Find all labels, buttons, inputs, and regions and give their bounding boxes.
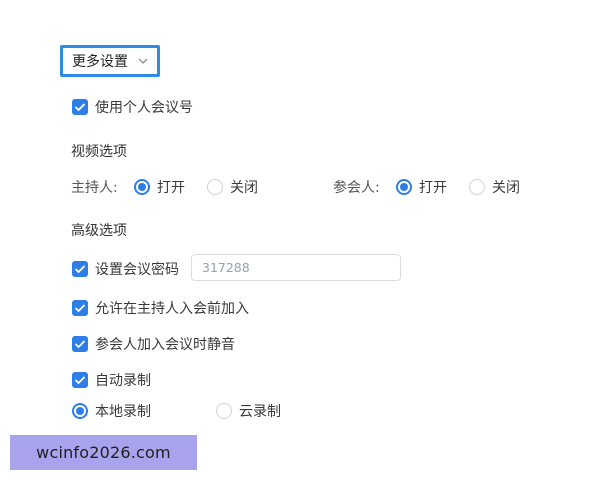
join-before-host-checkbox[interactable]: [72, 300, 88, 316]
host-video-label: 主持人:: [71, 180, 118, 196]
checkmark-icon: [74, 265, 86, 274]
checkmark-icon: [74, 304, 86, 313]
watermark-banner: wcinfo2026.com: [10, 435, 197, 470]
join-before-host-row: 允许在主持人入会前加入: [72, 298, 249, 318]
mute-on-join-row: 参会人加入会议时静音: [72, 334, 235, 354]
host-video-on-label: 打开: [157, 180, 185, 196]
checkmark-icon: [74, 103, 86, 112]
video-options-title: 视频选项: [71, 144, 127, 160]
local-record-radio[interactable]: [72, 403, 88, 419]
advanced-options-title: 高级选项: [71, 223, 127, 239]
personal-meeting-id-label: 使用个人会议号: [95, 100, 193, 116]
meeting-password-row: 设置会议密码: [72, 259, 179, 279]
mute-on-join-label: 参会人加入会议时静音: [95, 337, 235, 353]
host-video-off-label: 关闭: [230, 180, 258, 196]
participant-video-label: 参会人:: [333, 180, 380, 196]
local-record-label: 本地录制: [95, 404, 151, 420]
host-video-on-radio[interactable]: [134, 179, 150, 195]
meeting-password-input[interactable]: [191, 254, 401, 281]
auto-record-row: 自动录制: [72, 370, 151, 390]
meeting-password-checkbox[interactable]: [72, 261, 88, 277]
participant-video-off-option[interactable]: 关闭: [469, 177, 520, 197]
auto-record-label: 自动录制: [95, 373, 151, 389]
participant-video-on-label: 打开: [419, 180, 447, 196]
participant-video-off-label: 关闭: [492, 180, 520, 196]
local-record-option[interactable]: 本地录制: [72, 401, 151, 421]
personal-meeting-id-row: 使用个人会议号: [72, 97, 193, 117]
auto-record-checkbox[interactable]: [72, 372, 88, 388]
host-video-off-radio[interactable]: [207, 179, 223, 195]
cloud-record-radio[interactable]: [216, 403, 232, 419]
chevron-down-icon: [138, 58, 148, 64]
personal-meeting-id-checkbox[interactable]: [72, 99, 88, 115]
participant-video-on-option[interactable]: 打开: [396, 177, 447, 197]
checkmark-icon: [74, 340, 86, 349]
host-video-on-option[interactable]: 打开: [134, 177, 185, 197]
host-video-off-option[interactable]: 关闭: [207, 177, 258, 197]
participant-video-on-radio[interactable]: [396, 179, 412, 195]
cloud-record-option[interactable]: 云录制: [216, 401, 281, 421]
meeting-password-label: 设置会议密码: [95, 262, 179, 278]
participant-video-off-radio[interactable]: [469, 179, 485, 195]
mute-on-join-checkbox[interactable]: [72, 336, 88, 352]
cloud-record-label: 云录制: [239, 404, 281, 420]
checkmark-icon: [74, 376, 86, 385]
more-settings-label: 更多设置: [72, 54, 128, 70]
join-before-host-label: 允许在主持人入会前加入: [95, 301, 249, 317]
watermark-text: wcinfo2026.com: [36, 443, 171, 462]
more-settings-dropdown[interactable]: 更多设置: [60, 45, 160, 77]
